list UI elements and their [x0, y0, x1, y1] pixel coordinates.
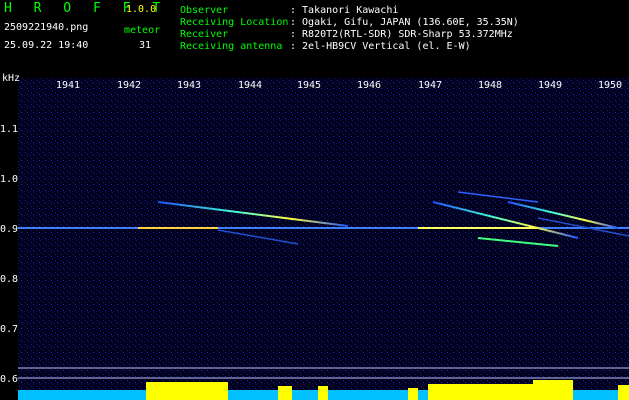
info-value-location: : Ogaki, Gifu, JAPAN (136.60E, 35.35N) — [290, 17, 519, 28]
y-tick-label: 0.7 — [0, 324, 19, 335]
activity-burst-6 — [408, 388, 418, 400]
y-tick-label: 0.9 — [0, 224, 19, 235]
activity-burst-1 — [146, 382, 228, 400]
info-key-observer: Observer — [180, 5, 229, 16]
info-value-receiver: : R820T2(RTL-SDR) SDR-Sharp 53.372MHz — [290, 29, 513, 40]
file-name: 2509221940.png — [4, 22, 89, 33]
y-tick-label: 1.1 — [0, 124, 19, 135]
meteor-label: meteor — [124, 25, 161, 36]
x-tick-label: 1942 — [117, 80, 142, 91]
activity-burst-5 — [318, 386, 328, 400]
app-version: 1.0.0 — [126, 4, 157, 15]
hrofft-window: H R O F F T 1.0.0 2509221940.png 25.09.2… — [0, 0, 629, 400]
activity-burst-2 — [428, 384, 538, 400]
x-tick-label: 1950 — [598, 80, 623, 91]
x-tick-label: 1945 — [297, 80, 322, 91]
x-tick-label: 1947 — [418, 80, 443, 91]
activity-burst-7 — [618, 385, 629, 400]
spectrogram — [18, 78, 629, 400]
info-value-antenna: : 2el-HB9CV Vertical (el. E-W) — [290, 41, 471, 52]
x-tick-label: 1948 — [478, 80, 503, 91]
x-tick-label: 1944 — [238, 80, 263, 91]
y-axis-unit: kHz — [2, 73, 21, 84]
activity-burst-3 — [533, 380, 573, 400]
meteor-count: 31 — [139, 40, 152, 51]
info-key-receiver: Receiver — [180, 29, 229, 40]
x-tick-label: 1946 — [357, 80, 382, 91]
y-tick-label: 0.6 — [0, 374, 19, 385]
info-key-location: Receiving Location — [180, 17, 289, 28]
y-tick-label: 0.8 — [0, 274, 19, 285]
file-datetime: 25.09.22 19:40 — [4, 40, 89, 51]
spectrogram-noise — [18, 78, 629, 400]
info-value-observer: : Takanori Kawachi — [290, 5, 399, 16]
x-tick-label: 1949 — [538, 80, 563, 91]
info-key-antenna: Receiving antenna — [180, 41, 283, 52]
x-tick-label: 1943 — [177, 80, 202, 91]
activity-burst-4 — [278, 386, 292, 400]
y-tick-label: 1.0 — [0, 174, 19, 185]
x-tick-label: 1941 — [56, 80, 81, 91]
